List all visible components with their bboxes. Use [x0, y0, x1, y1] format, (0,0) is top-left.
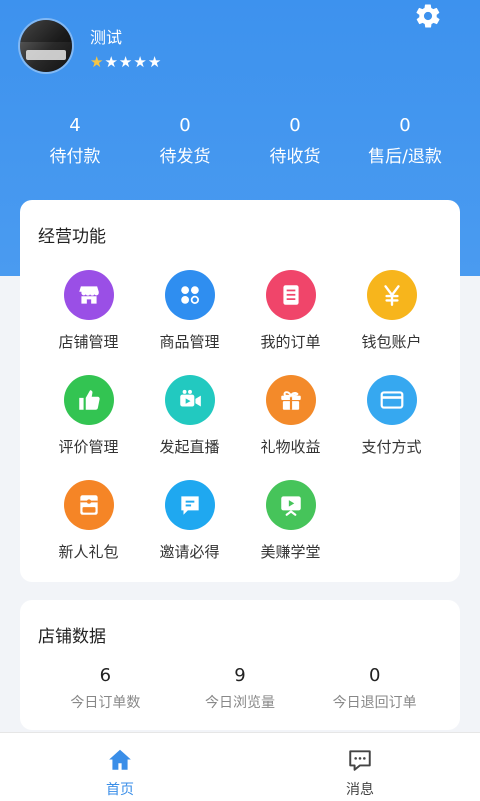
message-icon	[349, 750, 371, 771]
wallet-yen-icon	[366, 270, 417, 320]
video-camera-icon	[164, 375, 215, 425]
stat-label: 待付款	[49, 147, 101, 167]
stat-count: 0	[179, 115, 191, 136]
function-label: 美赚学堂	[260, 543, 321, 561]
star-icon: ★	[118, 53, 133, 71]
function-grid: 店铺管理 商品管理 我的订单 钱包账户 评价管理 发起直播 礼物收益 支付方式 …	[38, 270, 442, 562]
function-label: 礼物收益	[260, 438, 321, 456]
stat-label: 今日退回订单	[332, 695, 417, 711]
stat-after-sales[interactable]: 0 售后/退款	[350, 115, 460, 168]
function-label: 我的订单	[260, 333, 321, 351]
home-icon	[109, 749, 131, 770]
tab-home[interactable]: 首页	[0, 733, 240, 801]
stat-count: 0	[289, 115, 301, 136]
function-label: 钱包账户	[361, 333, 422, 351]
store-icon	[63, 270, 114, 320]
new-gift-icon	[63, 480, 114, 530]
section-title: 经营功能	[38, 227, 106, 247]
stat-label: 今日浏览量	[205, 695, 275, 711]
tab-label: 消息	[346, 782, 374, 798]
tab-label: 首页	[106, 782, 134, 798]
function-invite-reward[interactable]: 邀请必得	[139, 480, 240, 562]
rating-stars: ★ ★ ★ ★ ★	[90, 55, 161, 70]
stat-value: 0	[368, 665, 381, 686]
stat-value: 9	[234, 665, 246, 686]
star-icon: ★	[90, 53, 104, 71]
star-icon: ★	[104, 53, 118, 71]
star-icon: ★	[147, 53, 162, 71]
tab-messages[interactable]: 消息	[240, 733, 480, 801]
goods-icon	[164, 270, 215, 320]
stat-value: 6	[99, 665, 112, 686]
section-title: 店铺数据	[38, 627, 106, 647]
function-label: 发起直播	[159, 438, 220, 456]
function-goods-management[interactable]: 商品管理	[139, 270, 240, 352]
thumbs-up-icon	[63, 375, 114, 425]
stat-count: 4	[69, 115, 81, 136]
order-stats: 4 待付款 0 待发货 0 待收货 0 售后/退款	[20, 115, 460, 168]
function-review-management[interactable]: 评价管理	[38, 375, 139, 457]
stat-label: 售后/退款	[368, 147, 442, 167]
star-icon: ★	[133, 53, 147, 71]
gift-icon	[265, 375, 316, 425]
card-icon	[366, 375, 417, 425]
function-label: 邀请必得	[159, 543, 220, 561]
shop-stat-views-today[interactable]: 9 今日浏览量	[173, 666, 308, 712]
shop-data-card: 店铺数据 6 今日订单数 9 今日浏览量 0 今日退回订单	[20, 600, 460, 730]
business-functions-card: 经营功能 店铺管理 商品管理 我的订单 钱包账户 评价管理 发起直播 礼物收益 …	[20, 200, 460, 582]
shop-stats: 6 今日订单数 9 今日浏览量 0 今日退回订单	[38, 666, 442, 712]
order-icon	[265, 270, 316, 320]
username: 测试	[90, 28, 123, 47]
function-store-management[interactable]: 店铺管理	[38, 270, 139, 352]
function-newcomer-pack[interactable]: 新人礼包	[38, 480, 139, 562]
function-start-live[interactable]: 发起直播	[139, 375, 240, 457]
stat-pending-shipment[interactable]: 0 待发货	[130, 115, 240, 168]
gear-icon[interactable]	[414, 2, 442, 30]
function-payment-methods[interactable]: 支付方式	[341, 375, 442, 457]
stat-label: 待发货	[159, 147, 211, 167]
stat-label: 待收货	[269, 147, 321, 167]
function-my-orders[interactable]: 我的订单	[240, 270, 341, 352]
shop-stat-returns-today[interactable]: 0 今日退回订单	[307, 666, 442, 712]
shop-stat-orders-today[interactable]: 6 今日订单数	[38, 666, 173, 712]
stat-count: 0	[399, 115, 411, 136]
function-wallet-account[interactable]: 钱包账户	[341, 270, 442, 352]
function-label: 店铺管理	[58, 333, 119, 351]
function-label: 支付方式	[361, 438, 422, 456]
play-classroom-icon	[265, 480, 316, 530]
stat-pending-payment[interactable]: 4 待付款	[20, 115, 130, 168]
function-meizhuan-classroom[interactable]: 美赚学堂	[240, 480, 341, 562]
function-label: 新人礼包	[58, 543, 119, 561]
function-label: 商品管理	[159, 333, 220, 351]
avatar[interactable]	[20, 20, 72, 72]
stat-label: 今日订单数	[70, 695, 141, 711]
stat-pending-receipt[interactable]: 0 待收货	[240, 115, 350, 168]
invite-icon	[164, 480, 215, 530]
function-label: 评价管理	[58, 438, 119, 456]
bottom-tab-bar: 首页 消息	[0, 732, 480, 801]
function-gift-income[interactable]: 礼物收益	[240, 375, 341, 457]
